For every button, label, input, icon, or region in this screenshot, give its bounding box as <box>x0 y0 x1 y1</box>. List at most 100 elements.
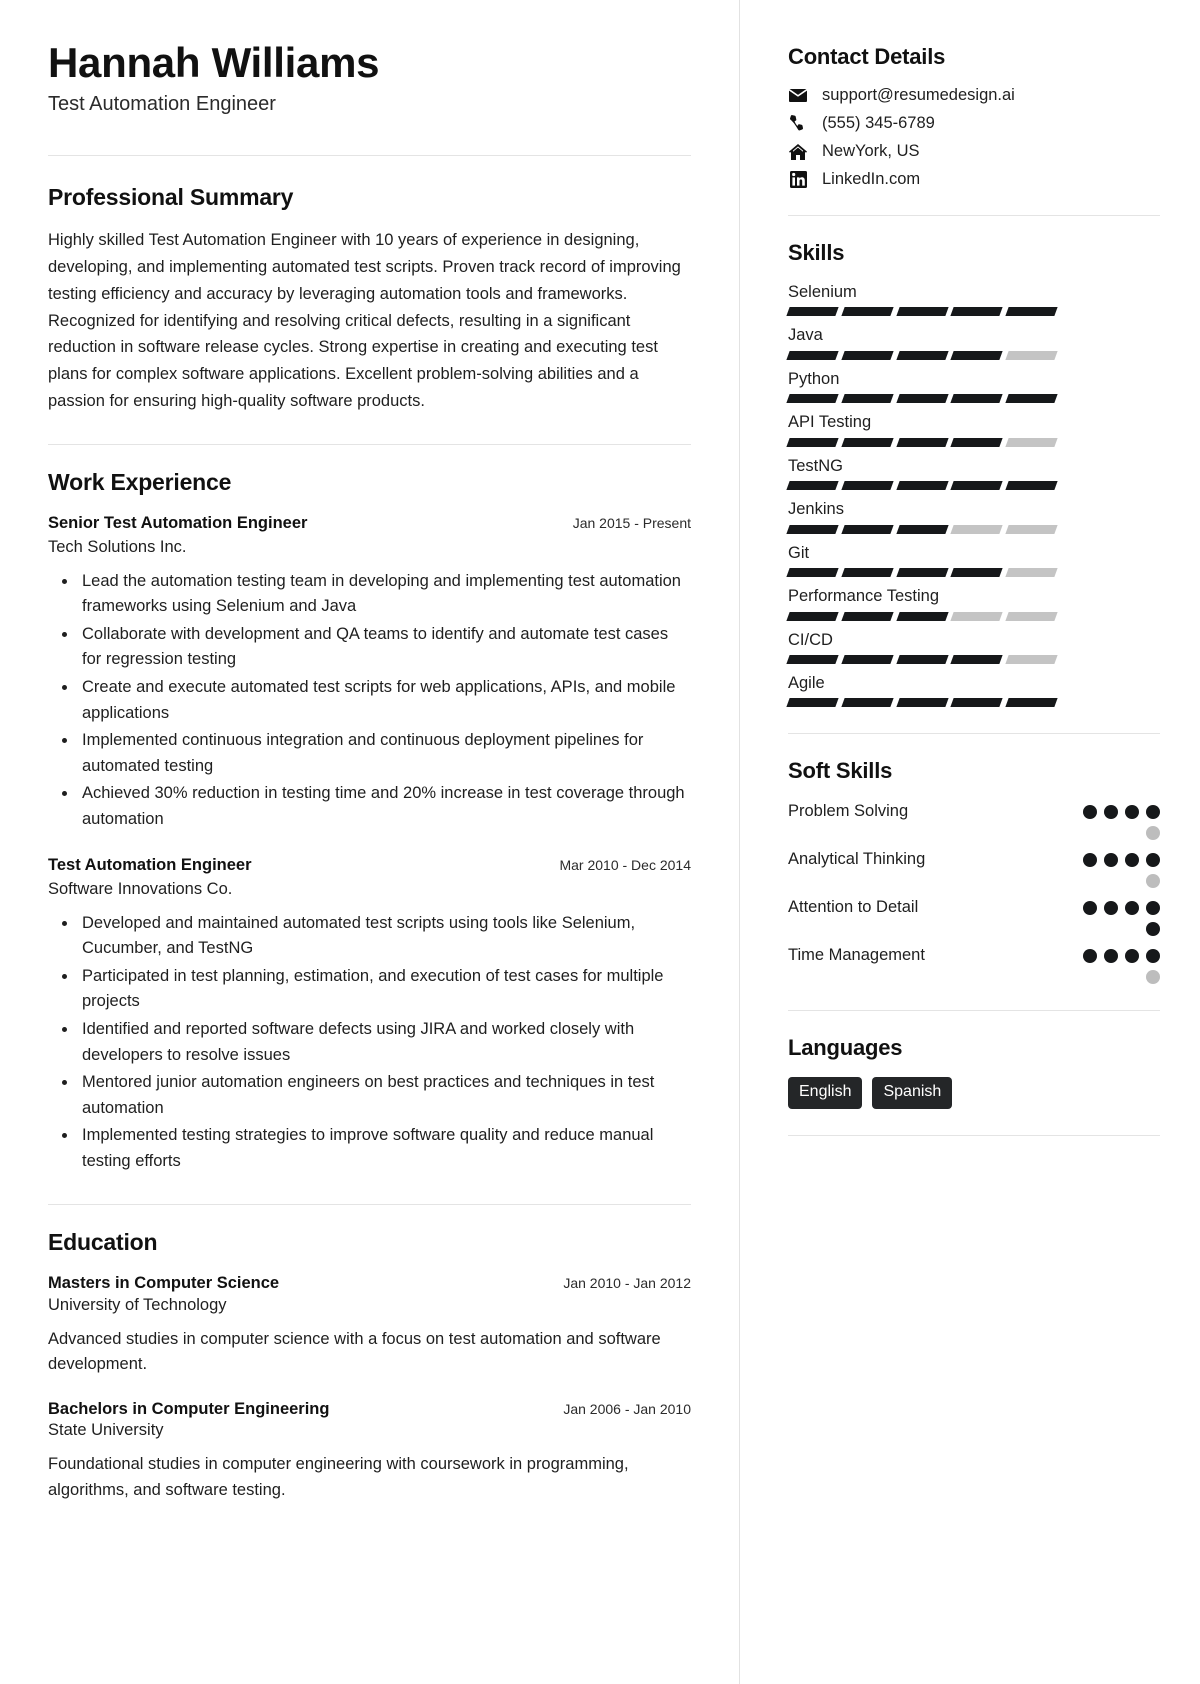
skill-level-segment <box>950 481 1003 491</box>
education-entry: Masters in Computer Science Jan 2010 - Ja… <box>48 1272 691 1377</box>
contact-details-heading: Contact Details <box>788 44 946 69</box>
skill-level-segment <box>950 307 1003 317</box>
work-experience-heading: Work Experience <box>48 469 232 496</box>
skill-name: Git <box>788 543 810 562</box>
work-entry-bullet: Implemented continuous integration and c… <box>78 728 691 779</box>
skill-level-segment <box>1005 524 1058 534</box>
soft-skill-dot <box>1104 805 1118 820</box>
education-entry-header: Bachelors in Computer Engineering Jan 200… <box>48 1398 691 1420</box>
soft-skill-row: Attention to Detail <box>788 896 1160 937</box>
soft-skill-name: Attention to Detail <box>788 898 919 917</box>
work-entry-company: Tech Solutions Inc. <box>48 537 187 556</box>
contact-item[interactable]: LinkedIn.com <box>788 170 1160 189</box>
soft-skill-rating <box>1078 848 1160 889</box>
work-entry-date: Mar 2010 - Dec 2014 <box>559 857 691 874</box>
work-entry-header: Senior Test Automation Engineer Jan 2015 … <box>48 512 691 534</box>
skill-level-segment <box>786 654 839 664</box>
work-entry-date: Jan 2015 - Present <box>572 515 691 532</box>
skill-level-segment <box>786 307 839 317</box>
skill-level-segment <box>950 611 1003 621</box>
skill-row: CI/CD <box>786 630 1160 664</box>
skill-level-bar <box>786 350 1058 360</box>
soft-skills-list: Problem Solving Analytical Thinking Attent… <box>788 800 1160 985</box>
section-divider <box>48 155 691 157</box>
skill-row: Selenium <box>786 282 1160 317</box>
soft-skill-dot <box>1104 901 1118 916</box>
education-entry-degree: Masters in Computer Science <box>48 1274 280 1293</box>
contact-item[interactable]: (555) 345-6789 <box>788 114 1160 133</box>
section-divider <box>48 444 691 446</box>
sidebar-divider <box>788 1134 1160 1136</box>
soft-skill-rating <box>1078 944 1160 985</box>
skill-level-segment <box>786 698 839 708</box>
candidate-name: Hannah Williams <box>48 39 380 86</box>
sidebar-column: Contact Details support@resumedesign.ai (… <box>740 0 1200 1684</box>
linkedin-icon <box>788 171 808 189</box>
skill-level-segment <box>895 307 949 317</box>
skill-level-segment <box>895 524 949 534</box>
skill-level-bar <box>786 654 1058 664</box>
contact-item[interactable]: NewYork, US <box>788 142 1160 161</box>
skill-row: Agile <box>786 673 1160 708</box>
skill-level-segment <box>841 481 894 491</box>
languages-section: Languages English Spanish <box>788 1035 1160 1109</box>
skill-name: CI/CD <box>788 630 833 649</box>
professional-summary-text: Highly skilled Test Automation Engineer … <box>48 231 681 410</box>
skill-level-segment <box>786 524 839 534</box>
soft-skill-dot <box>1146 901 1160 916</box>
languages-list: English Spanish <box>788 1077 1160 1109</box>
skill-level-segment <box>841 568 894 578</box>
language-chip: Spanish <box>872 1077 953 1109</box>
work-entry-bullet: Participated in test planning, estimatio… <box>78 964 691 1015</box>
skill-level-bar <box>786 481 1058 491</box>
skill-level-segment <box>950 394 1003 404</box>
soft-skill-name: Problem Solving <box>788 802 909 821</box>
work-entry-bullets: Lead the automation testing team in deve… <box>48 569 691 833</box>
education-entry-school: University of Technology <box>48 1295 227 1314</box>
skill-row: Java <box>786 325 1160 360</box>
skill-level-segment <box>895 568 949 578</box>
skills-list: Selenium Java Python API Testing TestNG Jenki… <box>786 282 1160 708</box>
skill-level-segment <box>1005 307 1058 317</box>
sidebar-divider <box>788 1010 1160 1012</box>
skill-level-segment <box>786 394 839 404</box>
work-entry-bullet: Achieved 30% reduction in testing time a… <box>78 781 691 832</box>
home-icon <box>788 143 808 161</box>
skill-level-segment <box>841 698 894 708</box>
skill-level-segment <box>841 350 894 360</box>
skill-level-segment <box>841 307 894 317</box>
languages-heading: Languages <box>788 1035 903 1061</box>
skill-row: TestNG <box>786 456 1160 491</box>
soft-skill-dot <box>1146 805 1160 820</box>
skill-level-bar <box>786 568 1058 578</box>
work-entry-bullet: Lead the automation testing team in deve… <box>78 569 691 620</box>
skill-level-segment <box>895 611 949 621</box>
skill-name: Python <box>788 369 840 388</box>
contact-item-value: LinkedIn.com <box>822 170 921 188</box>
skill-row: API Testing <box>786 412 1160 447</box>
skill-level-segment <box>1005 437 1058 447</box>
skill-row: Python <box>786 369 1160 404</box>
skill-level-segment <box>841 611 894 621</box>
skill-name: Jenkins <box>788 500 844 519</box>
soft-skill-dot <box>1083 949 1097 964</box>
skill-level-segment <box>950 698 1003 708</box>
soft-skill-dot <box>1104 949 1118 964</box>
skill-level-bar <box>786 437 1058 447</box>
work-experience-entry: Senior Test Automation Engineer Jan 2015 … <box>48 512 691 832</box>
section-divider <box>48 1204 691 1206</box>
skill-level-bar <box>786 307 1058 317</box>
soft-skill-dot <box>1146 922 1160 937</box>
work-entry-bullet: Developed and maintained automated test … <box>78 911 691 962</box>
education-entry-header: Masters in Computer Science Jan 2010 - Ja… <box>48 1272 691 1294</box>
education-heading: Education <box>48 1229 158 1256</box>
main-column: Hannah Williams Test Automation Engineer… <box>0 0 740 1684</box>
education-entry-date: Jan 2006 - Jan 2010 <box>563 1400 691 1417</box>
soft-skill-dot <box>1125 901 1139 916</box>
skill-level-segment <box>1005 654 1058 664</box>
contact-item[interactable]: support@resumedesign.ai <box>788 86 1160 105</box>
soft-skill-dot <box>1146 970 1160 985</box>
education-entry-school: State University <box>48 1421 164 1440</box>
education-entry-description: Foundational studies in computer enginee… <box>48 1455 629 1499</box>
skill-level-segment <box>786 350 839 360</box>
